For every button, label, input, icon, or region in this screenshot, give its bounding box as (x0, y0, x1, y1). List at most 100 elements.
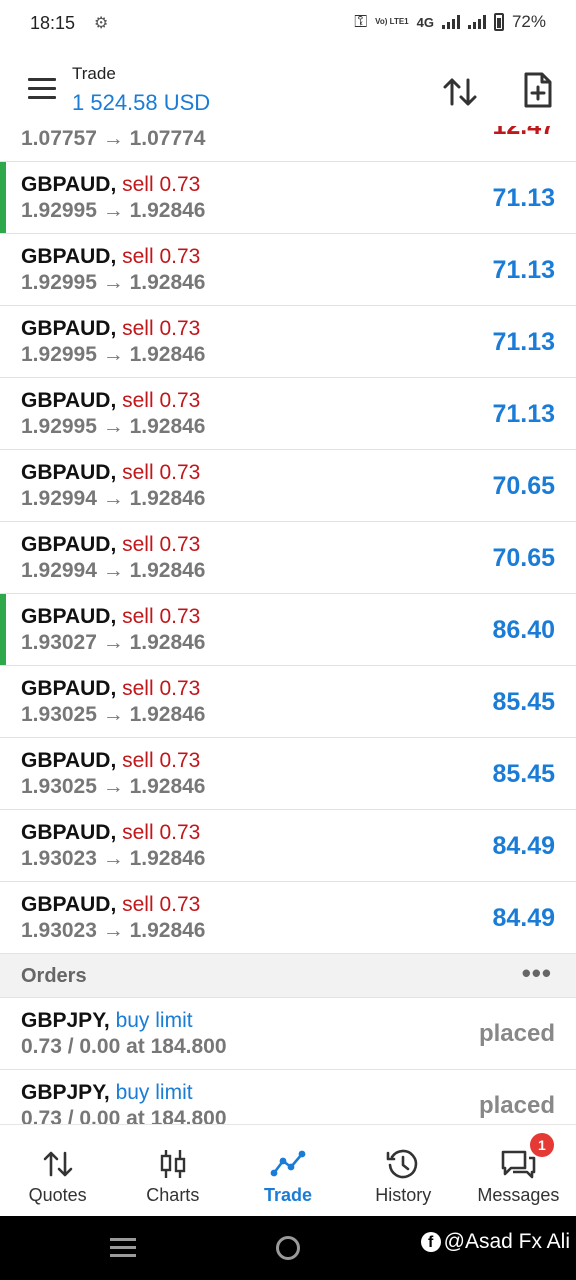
account-balance: 1 524.58 USD (72, 90, 211, 115)
trade-list[interactable]: 1.07757 → 1.07774 12.47 GBPAUD, sell 0.7… (0, 126, 576, 1124)
order-status: placed (478, 1092, 555, 1119)
position-prices: 1.93025 → 1.92846 (21, 775, 206, 798)
nav-label: Quotes (28, 1185, 87, 1205)
position-row[interactable]: GBPAUD, sell 0.73 1.92995 → 1.92846 71.13 (0, 378, 576, 450)
position-title: GBPAUD, sell 0.73 (21, 173, 200, 197)
orders-title: Orders (21, 965, 87, 987)
position-profit: 86.40 (492, 616, 555, 644)
position-prices: 1.93023 → 1.92846 (21, 919, 206, 942)
position-profit: 71.13 (492, 400, 555, 428)
position-action: sell 0.73 (122, 677, 201, 700)
position-action: sell 0.73 (122, 461, 201, 484)
signal-icon (441, 15, 460, 29)
network-type: 4G (416, 14, 434, 30)
position-profit: 70.65 (492, 544, 555, 572)
recent-apps-icon[interactable] (110, 1238, 136, 1262)
watermark: f @Asad Fx Ali (420, 1230, 570, 1254)
position-symbol: GBPAUD, (21, 893, 117, 916)
order-row[interactable]: GBPJPY, buy limit 0.73 / 0.00 at 184.800 p… (0, 998, 576, 1070)
position-row[interactable]: GBPAUD, sell 0.73 1.93023 → 1.92846 84.49 (0, 810, 576, 882)
position-profit: 85.45 (492, 688, 555, 716)
position-title: GBPAUD, sell 0.73 (21, 605, 200, 629)
position-action: sell 0.73 (122, 893, 201, 916)
position-prices: 1.92995 → 1.92846 (21, 199, 206, 222)
position-symbol: GBPAUD, (21, 461, 117, 484)
order-row[interactable]: GBPJPY, buy limit 0.73 / 0.00 at 184.800 p… (0, 1070, 576, 1124)
home-button-icon[interactable] (276, 1236, 300, 1260)
position-symbol: GBPAUD, (21, 677, 117, 700)
nav-label: Messages (477, 1185, 560, 1205)
sort-arrows-icon[interactable] (440, 72, 480, 112)
position-row[interactable]: GBPAUD, sell 0.73 1.93025 → 1.92846 85.45 (0, 738, 576, 810)
position-title: GBPAUD, sell 0.73 (21, 749, 200, 773)
position-symbol: GBPAUD, (21, 821, 117, 844)
position-row[interactable]: GBPAUD, sell 0.73 1.92995 → 1.92846 71.13 (0, 162, 576, 234)
order-symbol: GBPJPY, (21, 1009, 110, 1032)
position-title: GBPAUD, sell 0.73 (21, 533, 200, 557)
order-symbol: GBPJPY, (21, 1081, 110, 1104)
nav-trade[interactable]: Trade (230, 1125, 345, 1216)
order-title: GBPJPY, buy limit (21, 1009, 193, 1033)
order-details: 0.73 / 0.00 at 184.800 (21, 1035, 227, 1058)
order-title: GBPJPY, buy limit (21, 1081, 193, 1105)
position-prices: 1.93025 → 1.92846 (21, 703, 206, 726)
unread-badge: 1 (529, 1133, 554, 1157)
position-row[interactable]: GBPAUD, sell 0.73 1.92995 → 1.92846 71.13 (0, 306, 576, 378)
position-profit: 12.47 (492, 126, 555, 140)
status-indicators: ⚿ Vo) LTE1 4G 72% (354, 12, 546, 32)
position-row[interactable]: GBPAUD, sell 0.73 1.93027 → 1.92846 86.40 (0, 594, 576, 666)
position-profit: 71.13 (492, 328, 555, 356)
watermark-text: @Asad Fx Ali (443, 1230, 570, 1253)
position-row[interactable]: GBPAUD, sell 0.73 1.92994 → 1.92846 70.65 (0, 450, 576, 522)
position-symbol: GBPAUD, (21, 173, 117, 196)
nav-history[interactable]: History (346, 1125, 461, 1216)
position-profit: 85.45 (492, 760, 555, 788)
quotes-arrows-icon (43, 1151, 72, 1177)
position-prices: 1.92995 → 1.92846 (21, 343, 206, 366)
position-profit: 71.13 (492, 184, 555, 212)
page-title: Trade (72, 64, 116, 83)
position-profit: 70.65 (492, 472, 555, 500)
candlestick-icon (160, 1150, 185, 1178)
history-clock-icon (386, 1149, 418, 1179)
position-symbol: GBPAUD, (21, 389, 117, 412)
position-title: GBPAUD, sell 0.73 (21, 461, 200, 485)
position-prices: 1.92995 → 1.92846 (21, 271, 206, 294)
orders-section-header: Orders ••• (0, 954, 576, 998)
position-action: sell 0.73 (122, 749, 201, 772)
battery-percent: 72% (511, 12, 546, 31)
position-prices: 1.92994 → 1.92846 (21, 559, 206, 582)
position-row[interactable]: GBPAUD, sell 0.73 1.93025 → 1.92846 85.45 (0, 666, 576, 738)
new-order-icon[interactable] (518, 70, 558, 110)
position-row[interactable]: GBPAUD, sell 0.73 1.92995 → 1.92846 71.13 (0, 234, 576, 306)
nav-label: Trade (263, 1185, 313, 1205)
position-title: GBPAUD, sell 0.73 (21, 821, 200, 845)
position-title: GBPAUD, sell 0.73 (21, 245, 200, 269)
nav-charts[interactable]: Charts (115, 1125, 230, 1216)
position-row[interactable]: GBPAUD, sell 0.73 1.93023 → 1.92846 84.49 (0, 882, 576, 954)
hamburger-menu-icon[interactable] (28, 78, 56, 100)
nav-messages[interactable]: 1 Messages (461, 1125, 576, 1216)
position-title: GBPAUD, sell 0.73 (21, 677, 200, 701)
nav-quotes[interactable]: Quotes (0, 1125, 115, 1216)
position-prices: 1.07757 → 1.07774 (21, 127, 206, 150)
position-profit: 71.13 (492, 256, 555, 284)
position-action: sell 0.73 (122, 389, 201, 412)
messages-chat-icon (502, 1150, 536, 1179)
signal-icon-2 (467, 15, 486, 29)
system-navigation-bar: f @Asad Fx Ali (0, 1216, 576, 1280)
order-details: 0.73 / 0.00 at 184.800 (21, 1107, 227, 1124)
position-action: sell 0.73 (122, 821, 201, 844)
position-row[interactable]: GBPAUD, sell 0.73 1.92994 → 1.92846 70.65 (0, 522, 576, 594)
position-symbol: GBPAUD, (21, 245, 117, 268)
bottom-navigation: Quotes Charts Trade History 1 Messages (0, 1124, 576, 1216)
new-position-marker (0, 594, 6, 665)
position-row-partial[interactable]: 1.07757 → 1.07774 12.47 (0, 126, 576, 162)
position-title: GBPAUD, sell 0.73 (21, 389, 200, 413)
position-profit: 84.49 (492, 832, 555, 860)
order-action: buy limit (115, 1009, 193, 1032)
volte-indicator: Vo) LTE1 (375, 17, 409, 26)
vpn-key-icon: ⚿ (354, 12, 368, 31)
new-position-marker (0, 162, 6, 233)
more-options-icon[interactable]: ••• (522, 958, 552, 989)
